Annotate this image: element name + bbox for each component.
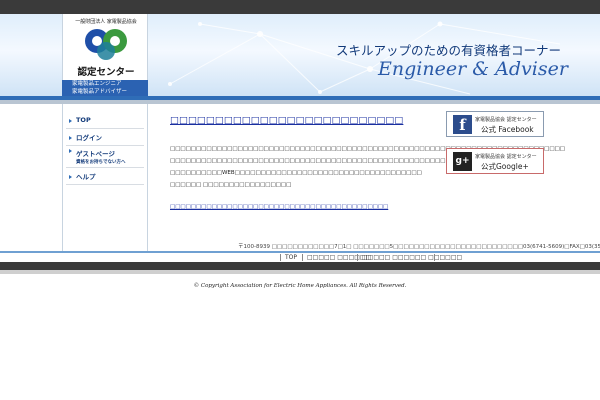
nav-item-help[interactable]: ヘルプ bbox=[66, 168, 144, 185]
sidebar-nav: TOP ログイン ゲストページ 資格をお持ちでない方へ ヘルプ bbox=[66, 112, 144, 185]
logo-name: 認定センター bbox=[77, 67, 135, 78]
facebook-label: 公式 Facebook bbox=[481, 125, 534, 134]
nav-item-label: ゲストページ bbox=[76, 150, 115, 158]
google-plus-icon: g+ bbox=[453, 152, 472, 171]
footer-link-top[interactable]: TOP bbox=[285, 254, 297, 261]
logo-sub-line: 家電製品アドバイザー bbox=[72, 89, 128, 95]
nav-item-sublabel: 資格をお持ちでない方へ bbox=[76, 160, 126, 165]
footer-links: TOP □□□□□ □□□□□□ □□□□□ □□□□□□ □□□□□□ bbox=[0, 253, 600, 262]
nav-item-login[interactable]: ログイン bbox=[66, 129, 144, 146]
logo-subtitle: 家電製品エンジニア 家電製品アドバイザー bbox=[62, 80, 148, 96]
nav-item-guest-text: ゲストページ 資格をお持ちでない方へ bbox=[76, 148, 126, 165]
nav-item-label: ヘルプ bbox=[76, 173, 96, 181]
body-paragraph: □□□□□□□□□□□□□□□□□□□□□□□□□□□□□□□□□□□□□□□□… bbox=[170, 158, 446, 164]
copyright-icon: © bbox=[193, 283, 200, 289]
logo-mark-icon bbox=[85, 29, 127, 60]
banner-title-en: Engineer & Adviser bbox=[378, 58, 568, 80]
triangle-bullet-icon bbox=[69, 135, 72, 140]
google-plus-label: 公式Google+ bbox=[481, 162, 529, 171]
page-title[interactable]: □□□□□□□□□□□□□□□□□□□□□□□□□□ bbox=[170, 115, 403, 126]
google-plus-button[interactable]: g+ 家電製品協会 認定センター 公式Google+ bbox=[446, 148, 544, 174]
logo[interactable]: 一般財団法人 家電製品協会 認定センター bbox=[62, 14, 148, 86]
copyright-text: Copyright Association for Electric Home … bbox=[200, 283, 407, 289]
facebook-org-label: 家電製品協会 認定センター bbox=[475, 117, 537, 123]
triangle-bullet-icon bbox=[69, 149, 72, 153]
footer-address: 〒100-8939 □□□□□□□□□□□□7□1□ □□□□□□□5□□□□□… bbox=[238, 244, 600, 250]
facebook-icon: f bbox=[453, 115, 472, 134]
logo-org: 一般財団法人 家電製品協会 bbox=[75, 19, 137, 25]
nav-item-top[interactable]: TOP bbox=[66, 112, 144, 129]
triangle-bullet-icon bbox=[69, 174, 72, 179]
footer-separator bbox=[357, 254, 358, 261]
triangle-bullet-icon bbox=[69, 118, 72, 123]
nav-item-guest[interactable]: ゲストページ 資格をお持ちでない方へ bbox=[66, 146, 144, 168]
body-paragraph: □□□□□□□□□□WEB□□□□□□□□□□□□□□□□□□□□□□□□□□□… bbox=[170, 170, 422, 176]
banner-title-jp: スキルアップのための有資格者コーナー bbox=[336, 43, 562, 58]
footer-separator bbox=[434, 254, 435, 261]
facebook-button[interactable]: f 家電製品協会 認定センター 公式 Facebook bbox=[446, 111, 544, 137]
footer-separator bbox=[302, 254, 303, 261]
footer-bar-highlight bbox=[0, 270, 600, 274]
logo-sub-line: 家電製品エンジニア bbox=[72, 81, 122, 87]
footer-link[interactable]: □□□□□ □□□□□□ □□□□□□ bbox=[362, 254, 462, 261]
top-bar bbox=[0, 0, 600, 14]
google-plus-org-label: 家電製品協会 認定センター bbox=[475, 154, 537, 160]
body-paragraph: □□□□□□ □□□□□□□□□□□□□□□□□ bbox=[170, 182, 292, 188]
nav-item-label: ログイン bbox=[76, 134, 102, 142]
content-link[interactable]: □□□□□□□□□□□□□□□□□□□□□□□□□□□□□□□□□□□□□□□□… bbox=[170, 204, 388, 210]
footer-separator bbox=[280, 254, 281, 261]
copyright: © Copyright Association for Electric Hom… bbox=[0, 283, 600, 289]
nav-item-label: TOP bbox=[76, 116, 91, 124]
